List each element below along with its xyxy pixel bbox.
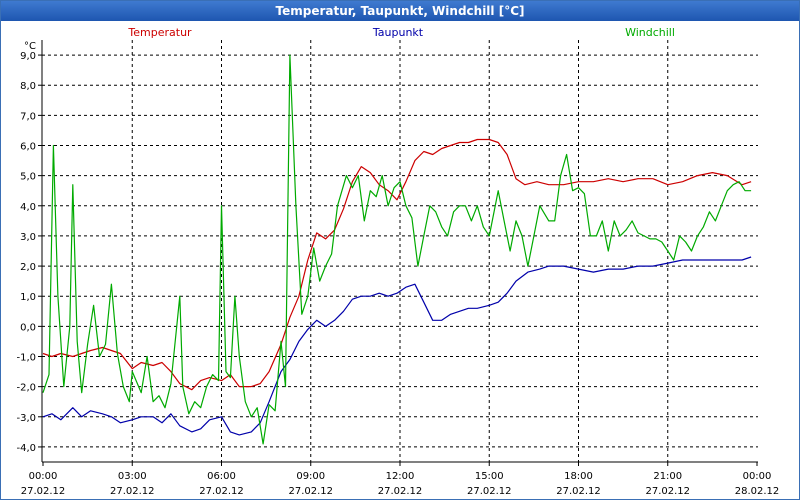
series-line-windchill xyxy=(42,54,752,445)
chart-svg: °C Temperatur Taupunkt Windchill 9,08,07,0… xyxy=(16,26,780,497)
x-tick-time: 06:00 xyxy=(207,471,236,482)
x-tick-date: 27.02.12 xyxy=(645,486,690,497)
y-tick-label: -3,0 xyxy=(16,413,36,424)
y-tick-label: 9,0 xyxy=(20,51,36,62)
x-tick-time: 03:00 xyxy=(118,471,147,482)
y-tick-label: 7,0 xyxy=(20,111,36,122)
x-tick-date: 27.02.12 xyxy=(110,486,155,497)
x-tick-time: 15:00 xyxy=(475,471,504,482)
legend-temperatur: Temperatur xyxy=(127,26,192,39)
x-tick-time: 21:00 xyxy=(653,471,682,482)
x-tick-date: 27.02.12 xyxy=(467,486,512,497)
legend-taupunkt: Taupunkt xyxy=(372,26,424,39)
y-tick-label: 1,0 xyxy=(20,292,36,303)
x-tick-date: 27.02.12 xyxy=(288,486,333,497)
x-tick-date: 27.02.12 xyxy=(378,486,423,497)
y-tick-label: 4,0 xyxy=(20,202,36,213)
x-tick-time: 18:00 xyxy=(564,471,593,482)
y-tick-label: -1,0 xyxy=(16,353,36,364)
x-tick-date: 27.02.12 xyxy=(199,486,244,497)
y-tick-label: 2,0 xyxy=(20,262,36,273)
x-tick-date: 27.02.12 xyxy=(556,486,601,497)
y-tick-label: 6,0 xyxy=(20,142,36,153)
y-tick-label: -4,0 xyxy=(16,443,36,454)
series-line-temperatur xyxy=(42,138,752,391)
y-tick-label: 0,0 xyxy=(20,322,36,333)
series-line-taupunkt xyxy=(42,256,752,436)
y-tick-label: 5,0 xyxy=(20,172,36,183)
x-tick-time: 00:00 xyxy=(743,471,772,482)
y-tick-label: 8,0 xyxy=(20,81,36,92)
x-tick-date: 27.02.12 xyxy=(21,486,66,497)
legend-windchill: Windchill xyxy=(625,26,675,39)
x-tick-time: 12:00 xyxy=(386,471,415,482)
x-tick-date: 28.02.12 xyxy=(735,486,780,497)
y-tick-label: -2,0 xyxy=(16,383,36,394)
x-tick-time: 00:00 xyxy=(29,471,58,482)
x-tick-time: 09:00 xyxy=(296,471,325,482)
y-tick-label: 3,0 xyxy=(20,232,36,243)
